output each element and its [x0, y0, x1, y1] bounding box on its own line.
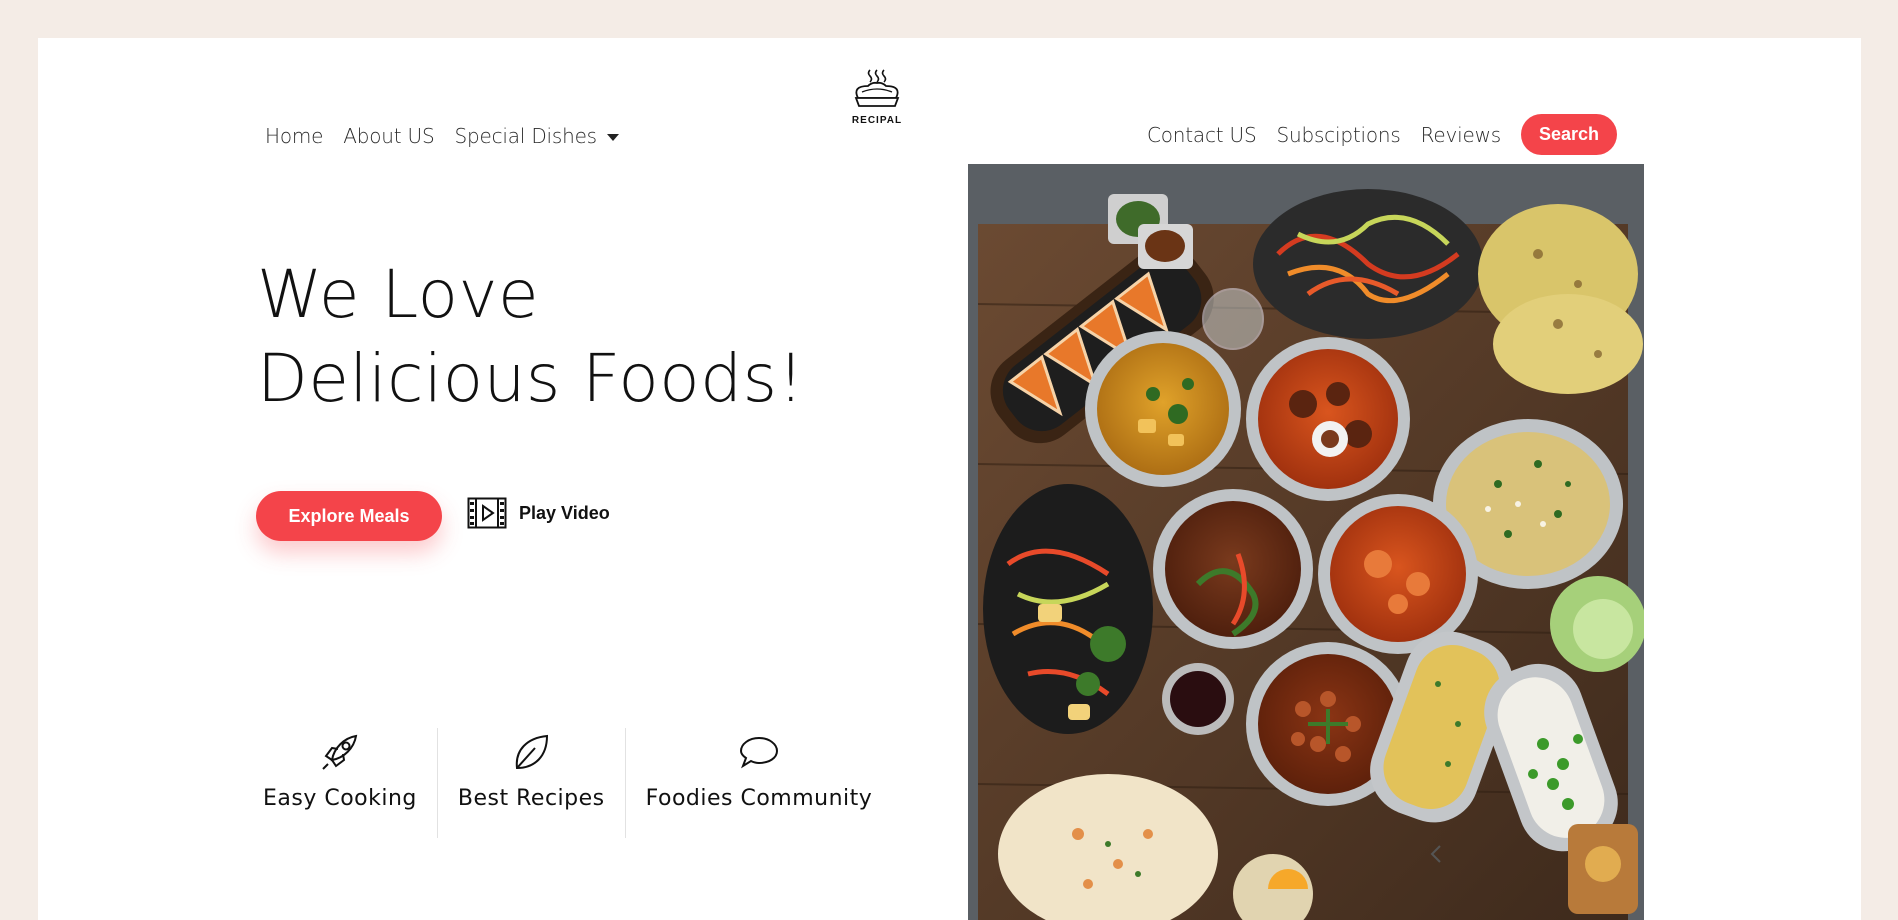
nav-special-dishes-dropdown[interactable]: Special Dishes — [455, 124, 619, 148]
chat-bubble-icon — [739, 736, 778, 769]
nav-about-link[interactable]: About US — [343, 124, 434, 148]
leaf-icon — [516, 734, 549, 770]
nav-special-dishes-label: Special Dishes — [454, 124, 598, 148]
explore-meals-button[interactable]: Explore Meals — [256, 491, 442, 541]
hero-food-image — [968, 164, 1644, 920]
caret-down-icon — [606, 134, 619, 141]
hero-title-line-2: Delicious Foods! — [257, 340, 805, 417]
food-spread-image — [968, 164, 1644, 920]
page-card: Home About US Special Dishes RECIPAL Con… — [38, 38, 1861, 920]
feature-easy-cooking: Easy Cooking — [256, 728, 437, 838]
site-logo[interactable]: RECIPAL — [849, 66, 905, 126]
feature-foodies-community-label: Foodies Community — [645, 786, 873, 811]
nav-subscriptions-link[interactable]: Subsciptions — [1276, 123, 1400, 147]
rocket-icon — [322, 734, 358, 770]
feature-best-recipes: Best Recipes — [436, 728, 625, 838]
feature-best-recipes-label: Best Recipes — [457, 786, 605, 811]
play-video-button[interactable]: Play Video — [467, 497, 610, 529]
primary-nav-left: Home About US Special Dishes — [265, 124, 619, 148]
primary-nav-right: Contact US Subsciptions Reviews Search — [1147, 114, 1617, 155]
search-button[interactable]: Search — [1520, 114, 1617, 155]
chef-pie-icon — [854, 69, 900, 107]
logo-text: RECIPAL — [851, 115, 903, 126]
features-row: Easy Cooking Best Recipes Foodies Commun… — [256, 728, 892, 838]
nav-home-link[interactable]: Home — [265, 124, 323, 148]
hero-title: We Love Delicious Foods! — [257, 253, 804, 421]
feature-easy-cooking-label: Easy Cooking — [263, 786, 417, 811]
feature-foodies-community: Foodies Community — [624, 728, 893, 838]
film-play-icon — [467, 497, 507, 529]
hero-title-line-1: We Love — [257, 256, 540, 333]
nav-reviews-link[interactable]: Reviews — [1421, 123, 1502, 147]
play-video-label: Play Video — [519, 502, 610, 523]
nav-contact-link[interactable]: Contact US — [1147, 123, 1257, 147]
